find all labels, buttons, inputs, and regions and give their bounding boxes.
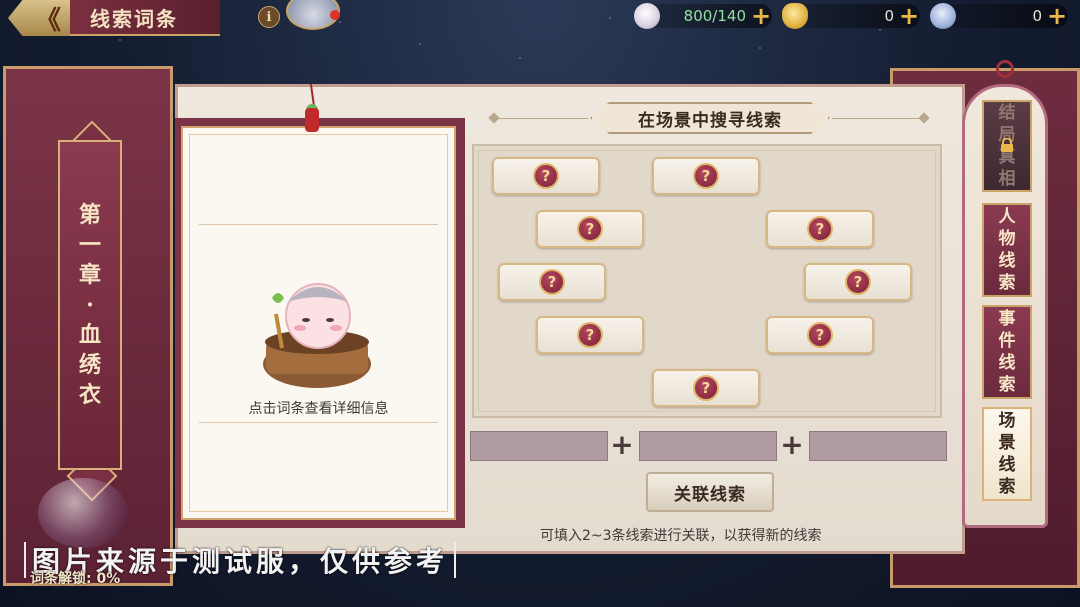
add-coin-button[interactable]: + [1046,4,1068,28]
knot-ornament-icon [996,60,1014,78]
question-mark-icon: ? [693,375,719,401]
add-stamina-button[interactable]: + [750,4,772,28]
question-mark-icon: ? [693,163,719,189]
combine-slot-3[interactable] [809,431,947,461]
question-mark-icon: ? [577,216,603,242]
question-mark-icon: ? [807,216,833,242]
coin-icon [930,3,956,29]
gold-value: 0 [884,7,894,25]
page-title-bar: 线索词条 [70,0,220,36]
stamina-value: 800/140 [683,7,746,25]
tab-label-char: 事 [998,309,1016,329]
mascot-bun-in-basket-icon [263,283,371,388]
search-title: 在场景中搜寻线索 [590,102,830,134]
hidden-clue-slot[interactable]: ? [766,210,874,248]
title-deco-line-right [832,118,926,119]
tab-label-char: 相 [998,169,1016,189]
chapter-title-char: 衣 [78,382,101,408]
question-mark-icon: ? [845,269,871,295]
tab-label-char: 线 [998,353,1016,373]
search-title-text: 在场景中搜寻线索 [638,110,782,131]
hidden-clue-slot[interactable]: ? [766,316,874,354]
tab-label-char: 索 [998,375,1016,395]
combine-slot-1[interactable] [470,431,608,461]
link-clues-button[interactable]: 关联线索 [646,472,774,512]
plus-icon: + [610,428,634,461]
hidden-clue-slot[interactable]: ? [498,263,606,301]
info-icon[interactable]: i [258,6,280,28]
tab-label-char: 场 [998,411,1016,431]
hidden-clue-slot[interactable]: ? [536,210,644,248]
question-mark-icon: ? [577,322,603,348]
question-mark-icon: ? [539,269,565,295]
tab-event-clues[interactable]: 事 件 线 索 [982,305,1032,399]
add-gold-button[interactable]: + [898,4,920,28]
card-divider [199,422,438,423]
tab-label-char: 物 [998,229,1016,249]
hidden-clue-slot[interactable]: ? [536,316,644,354]
question-mark-icon: ? [807,322,833,348]
chapter-title-char: 第 [78,202,101,228]
chapter-title-char: 绣 [78,352,101,378]
crystal-orb-icon [38,478,128,548]
coin-value: 0 [1032,7,1042,25]
question-mark-icon: ? [533,163,559,189]
tab-label-char: 索 [998,477,1016,497]
plus-icon: + [780,428,804,461]
combine-hint: 可填入2~3条线索进行关联，以获得新的线索 [540,528,822,544]
chapter-title-char: 章 [78,262,101,288]
tassel-icon [305,108,319,132]
unlock-progress: 词条解锁: 0% [30,571,121,587]
tab-character-clues[interactable]: 人 物 线 索 [982,203,1032,297]
hidden-clue-slot[interactable]: ? [492,157,600,195]
tab-label-char: 线 [998,251,1016,271]
back-arrow-icon: 《 [34,5,61,36]
tab-label-char: 景 [998,433,1016,453]
chapter-title-char: 一 [78,232,101,258]
tab-label-char: 索 [998,273,1016,293]
tab-label-char: 结 [998,103,1016,123]
hidden-clue-slot[interactable]: ? [652,157,760,195]
page-title: 线索词条 [90,6,178,31]
gold-ingot-icon [782,3,808,29]
currency-gold: 0 + [782,3,920,29]
currency-coin: 0 + [930,3,1068,29]
bun-icon [634,3,660,29]
card-hint: 点击词条查看详细信息 [248,401,389,417]
tab-scene-clues[interactable]: 场 景 线 索 [982,407,1032,501]
tab-label-char: 人 [998,207,1016,227]
notification-dot-icon [330,10,340,20]
card-divider [199,224,438,225]
combine-slot-2[interactable] [639,431,777,461]
currency-stamina: 800/140 + [634,3,772,29]
hidden-clue-slot[interactable]: ? [652,369,760,407]
chapter-title: 第 一 章 · 血 绣 衣 [58,140,122,470]
chapter-title-char: 血 [78,322,101,348]
chapter-title-char: · [86,292,94,318]
lock-icon [1001,138,1013,152]
title-deco-line-left [494,118,588,119]
hidden-clue-slot[interactable]: ? [804,263,912,301]
tab-label-char: 线 [998,455,1016,475]
tab-label-char: 件 [998,331,1016,351]
